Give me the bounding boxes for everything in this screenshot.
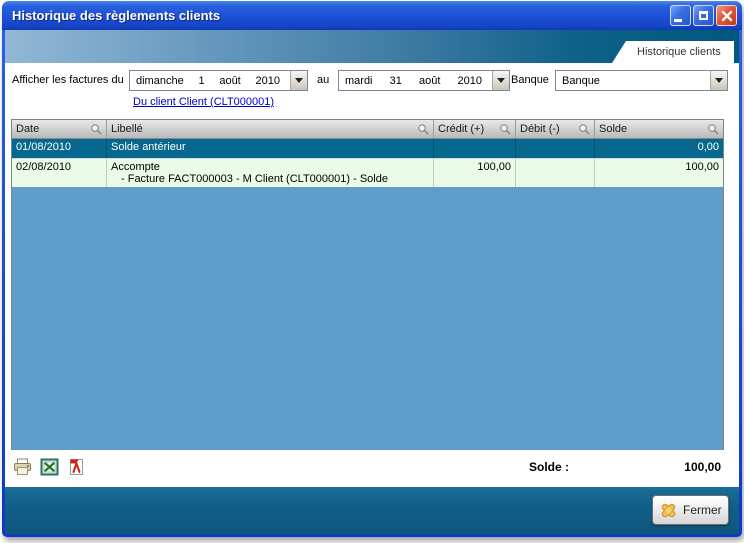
tab-historique-clients[interactable]: Historique clients <box>612 41 734 63</box>
dialog-content: Historique clients Afficher les factures… <box>5 30 739 534</box>
footer-bar: Solde : 100,00 <box>5 450 739 487</box>
search-icon[interactable] <box>578 123 591 136</box>
minimize-icon <box>674 19 682 22</box>
show-invoices-label: Afficher les factures du <box>12 74 124 86</box>
search-icon[interactable] <box>90 123 103 136</box>
column-header-debit[interactable]: Débit (-) <box>516 120 595 138</box>
date-to-select[interactable]: mardi 31 août 2010 <box>338 70 510 91</box>
cell-solde: 100,00 <box>595 159 723 187</box>
table-empty-area <box>12 187 723 475</box>
table-row[interactable]: 01/08/2010 Solde antérieur 0,00 <box>12 139 723 159</box>
column-header-libelle[interactable]: Libellé <box>107 120 434 138</box>
cell-debit <box>516 159 595 187</box>
date-from-dayname: dimanche <box>136 75 184 87</box>
between-label: au <box>317 74 329 86</box>
column-header-credit[interactable]: Crédit (+) <box>434 120 516 138</box>
bank-value: Banque <box>562 75 600 87</box>
date-to-month: août <box>419 75 440 87</box>
date-from-day: 1 <box>198 75 204 87</box>
table-header-row: Date Libellé Crédit (+) Débit (-) Solde <box>12 120 723 139</box>
cell-credit <box>434 139 516 158</box>
fermer-button[interactable]: Fermer <box>652 495 729 525</box>
date-to-day: 31 <box>390 75 402 87</box>
fermer-label: Fermer <box>683 503 722 517</box>
payments-table: Date Libellé Crédit (+) Débit (-) Solde <box>11 119 724 476</box>
bank-select[interactable]: Banque <box>555 70 728 91</box>
solde-value: 100,00 <box>684 460 721 474</box>
client-link[interactable]: Du client Client (CLT000001) <box>133 96 274 108</box>
bank-label: Banque <box>511 74 549 86</box>
close-icon <box>721 10 733 22</box>
minimize-button[interactable] <box>670 5 691 26</box>
date-from-select[interactable]: dimanche 1 août 2010 <box>129 70 308 91</box>
print-icon[interactable] <box>13 458 32 476</box>
tab-label: Historique clients <box>637 46 721 58</box>
column-header-solde[interactable]: Solde <box>595 120 723 138</box>
solde-label: Solde : <box>529 460 569 474</box>
date-from-month: août <box>219 75 240 87</box>
cell-debit <box>516 139 595 158</box>
chevron-down-icon[interactable] <box>492 71 509 90</box>
cell-date: 02/08/2010 <box>12 159 107 187</box>
cell-libelle: Solde antérieur <box>107 139 434 158</box>
excel-export-icon[interactable] <box>40 458 59 476</box>
cell-date: 01/08/2010 <box>12 139 107 158</box>
pdf-export-icon[interactable] <box>67 458 86 476</box>
column-header-date[interactable]: Date <box>12 120 107 138</box>
cell-solde: 0,00 <box>595 139 723 158</box>
date-from-year: 2010 <box>256 75 280 87</box>
search-icon[interactable] <box>417 123 430 136</box>
date-to-dayname: mardi <box>345 75 373 87</box>
cell-credit: 100,00 <box>434 159 516 187</box>
search-icon[interactable] <box>499 123 512 136</box>
close-button[interactable] <box>716 5 737 26</box>
window-title: Historique des règlements clients <box>12 8 670 23</box>
bottom-action-bar: Fermer <box>5 487 739 534</box>
table-row[interactable]: 02/08/2010 Accompte - Facture FACT000003… <box>12 159 723 187</box>
dialog-window: Historique des règlements clients Histor… <box>2 1 742 537</box>
search-icon[interactable] <box>707 123 720 136</box>
titlebar[interactable]: Historique des règlements clients <box>2 1 742 30</box>
date-to-year: 2010 <box>458 75 482 87</box>
chevron-down-icon[interactable] <box>710 71 727 90</box>
chevron-down-icon[interactable] <box>290 71 307 90</box>
cell-libelle: Accompte - Facture FACT000003 - M Client… <box>107 159 434 187</box>
maximize-icon <box>699 11 708 20</box>
maximize-button[interactable] <box>693 5 714 26</box>
close-x-icon <box>660 502 677 519</box>
